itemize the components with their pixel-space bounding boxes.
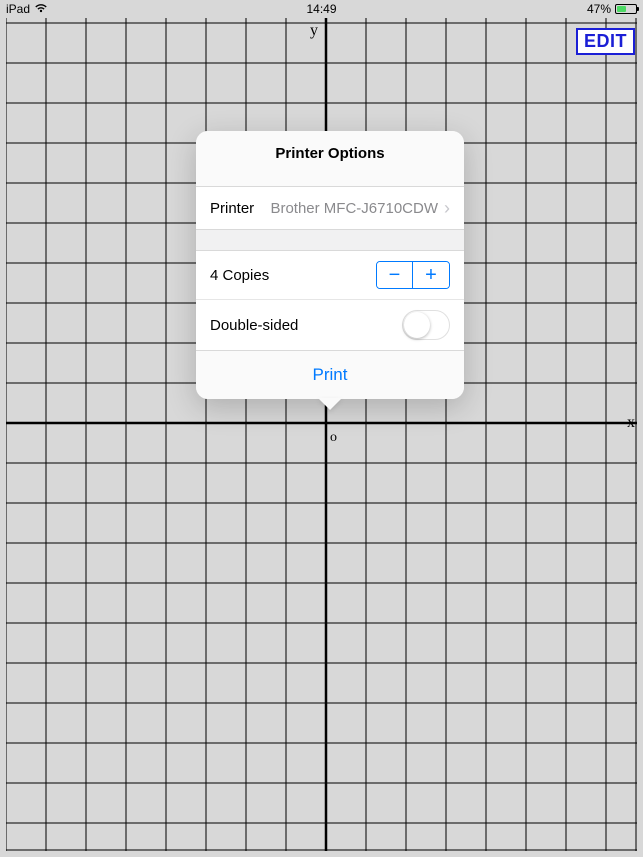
chevron-right-icon: › xyxy=(444,199,450,217)
copies-label: 4 Copies xyxy=(210,267,269,284)
double-sided-switch[interactable] xyxy=(402,310,450,340)
double-sided-label: Double-sided xyxy=(210,317,298,334)
copies-stepper: − + xyxy=(376,261,450,289)
printer-row[interactable]: Printer Brother MFC-J6710CDW › xyxy=(196,187,464,229)
popover-arrow-icon xyxy=(318,398,342,410)
switch-knob xyxy=(404,312,430,338)
copies-minus-button[interactable]: − xyxy=(377,262,413,288)
device-label: iPad xyxy=(6,2,30,16)
printer-value: Brother MFC-J6710CDW xyxy=(254,200,444,217)
edit-button[interactable]: EDIT xyxy=(576,28,635,55)
y-axis-label: y xyxy=(310,22,318,40)
printer-label: Printer xyxy=(210,200,254,217)
status-time: 14:49 xyxy=(306,2,336,16)
origin-label: o xyxy=(330,430,337,446)
popover-title: Printer Options xyxy=(196,131,464,187)
copies-plus-button[interactable]: + xyxy=(413,262,449,288)
graph-canvas[interactable]: y x o EDIT Printer Options Printer Broth… xyxy=(6,18,637,851)
battery-percent: 47% xyxy=(587,2,611,16)
battery-icon xyxy=(615,4,637,14)
printer-options-popover: Printer Options Printer Brother MFC-J671… xyxy=(196,131,464,411)
status-bar: iPad 14:49 47% xyxy=(0,0,643,18)
print-button[interactable]: Print xyxy=(196,350,464,399)
double-sided-row: Double-sided xyxy=(196,299,464,350)
x-axis-label: x xyxy=(627,414,635,432)
copies-row: 4 Copies − + xyxy=(196,251,464,299)
wifi-icon xyxy=(34,2,48,16)
